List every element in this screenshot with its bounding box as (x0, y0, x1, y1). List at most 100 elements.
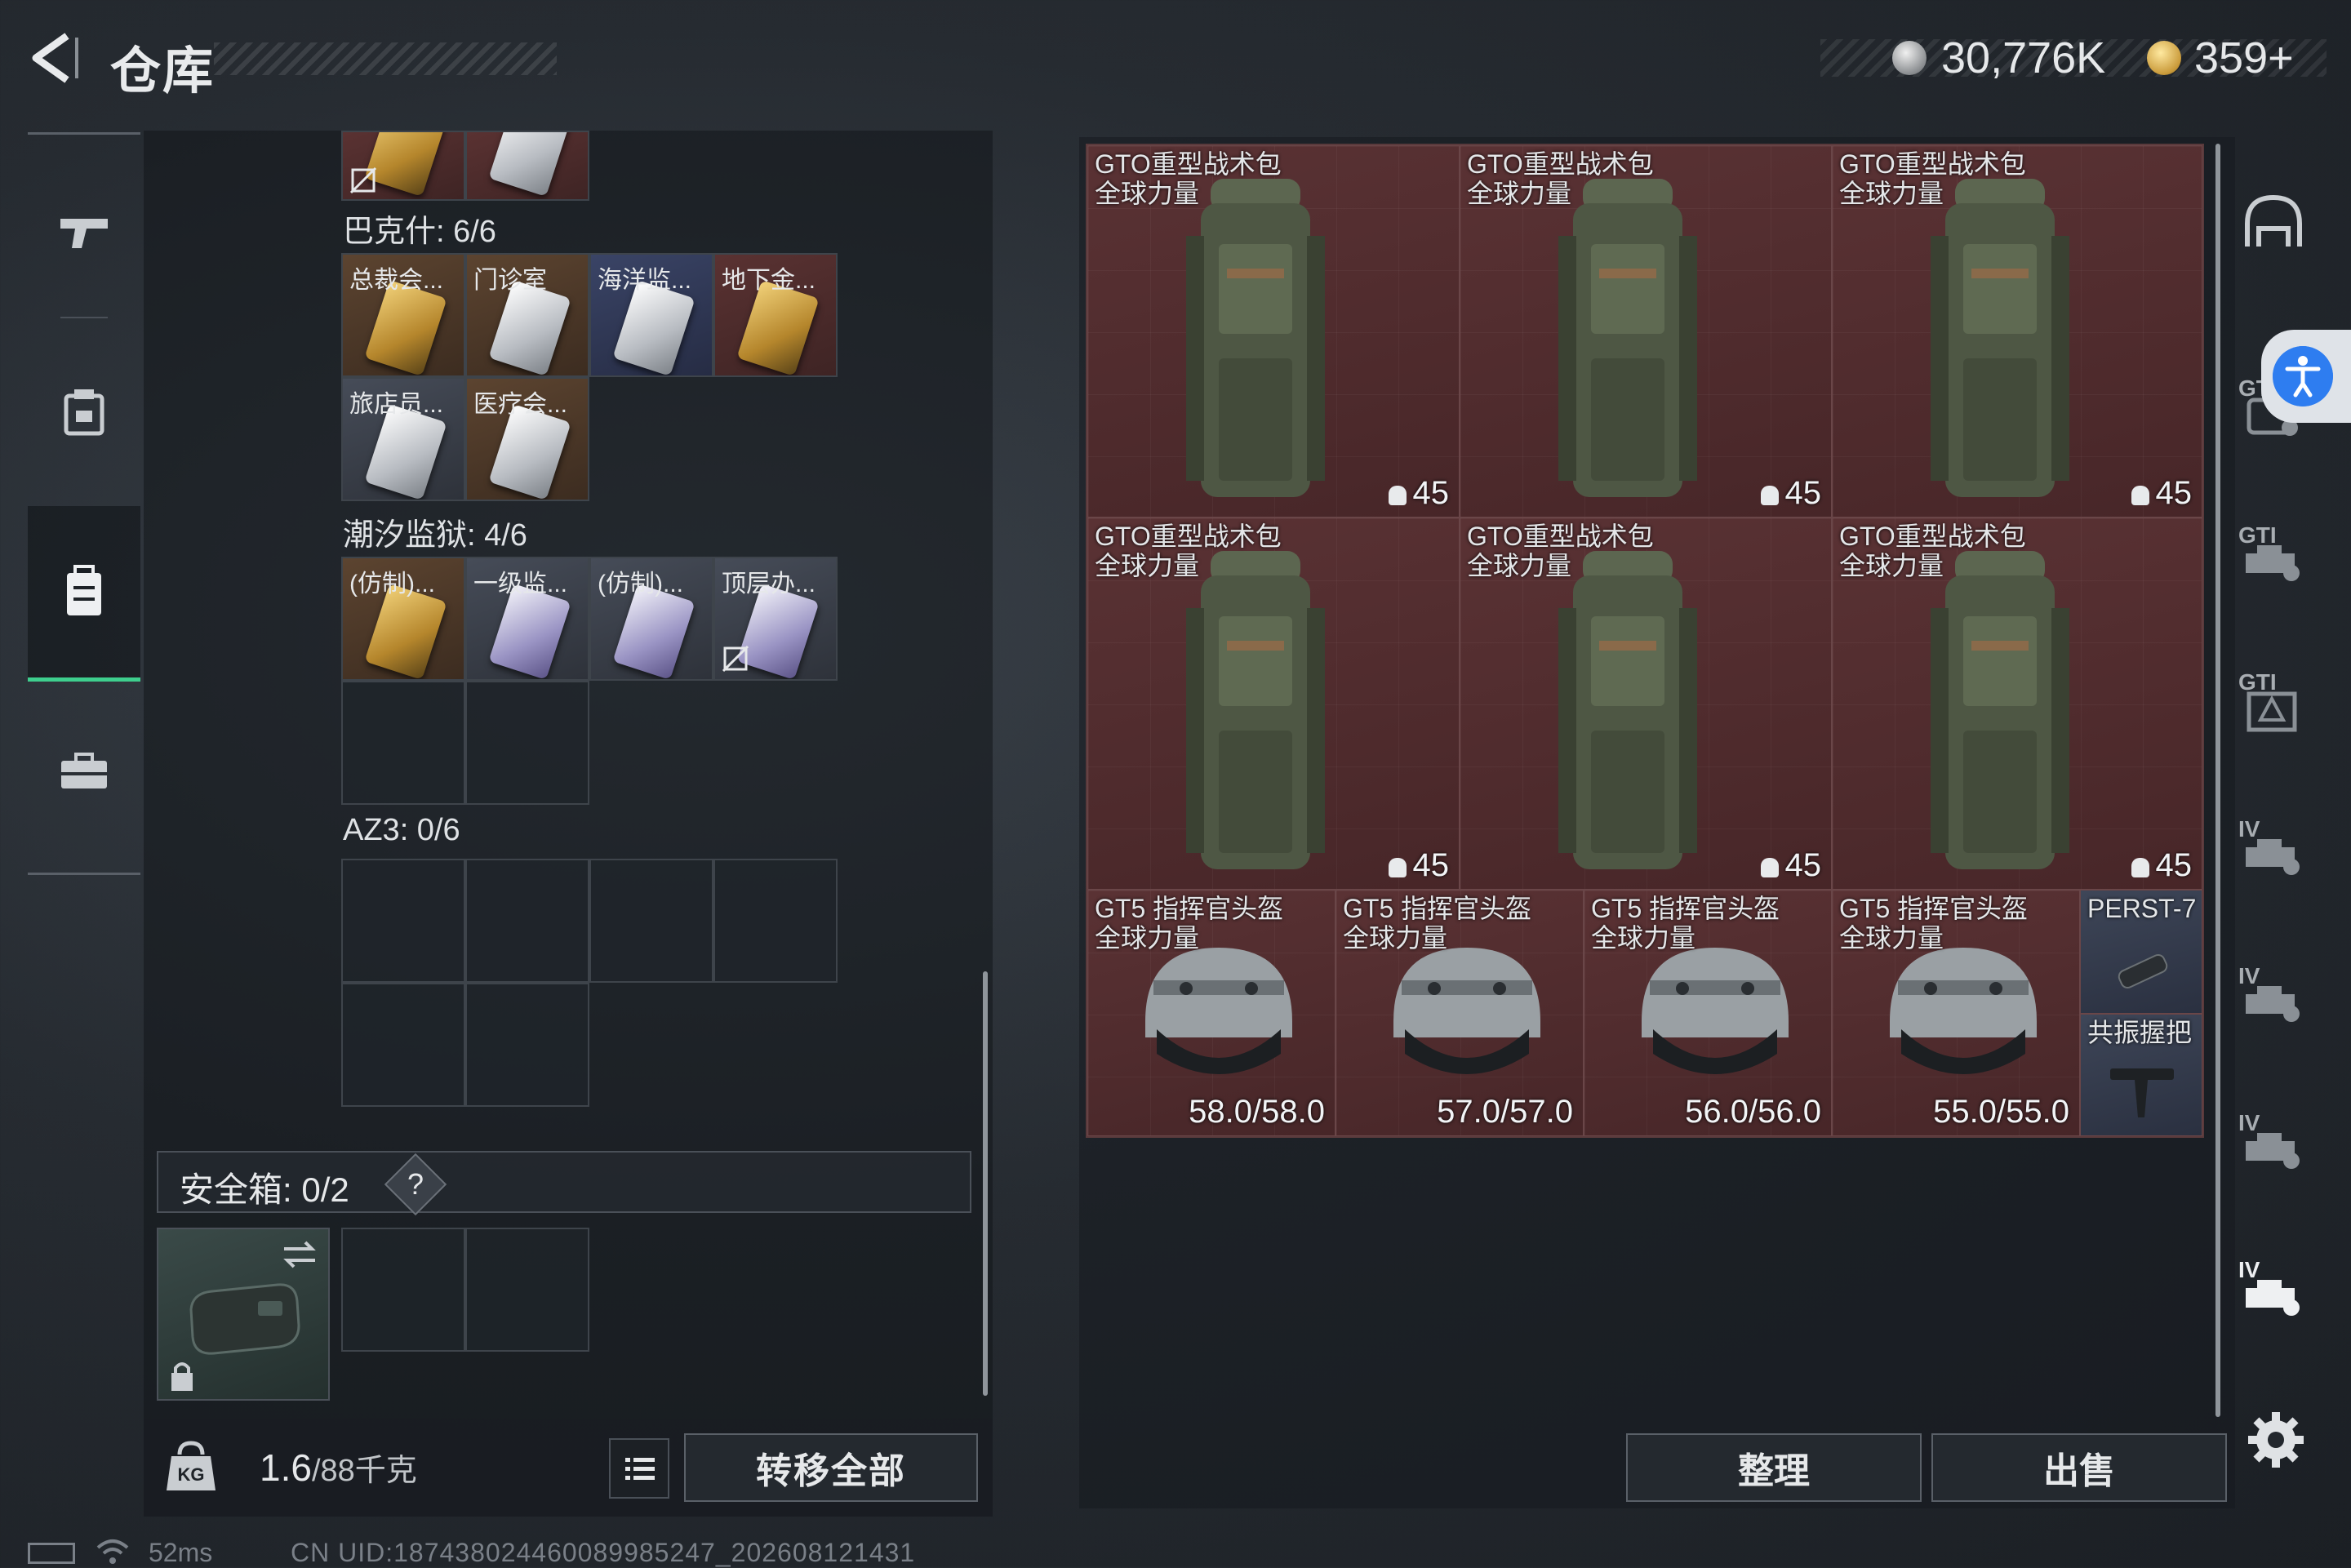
safebox-empty-slot[interactable] (341, 1228, 465, 1352)
helmet-durability: 57.0/57.0 (1437, 1094, 1573, 1130)
capacity-icon (1388, 486, 1407, 505)
no-transfer-icon (349, 167, 377, 194)
accessibility-icon[interactable] (2273, 346, 2333, 406)
silver-coin-icon (1892, 41, 1927, 75)
weapon-icon (60, 219, 108, 248)
backpack-capacity: 45 (1760, 847, 1821, 884)
backpack-icon (1186, 551, 1325, 869)
nav-backpack[interactable] (28, 506, 140, 682)
helmet-filter-icon (2245, 194, 2302, 247)
storage-scrollbar[interactable] (2215, 144, 2220, 1417)
backpack-item[interactable]: GTO重型战术包 全球力量 45 (1087, 145, 1460, 517)
helmet-durability: 55.0/55.0 (1933, 1094, 2069, 1130)
helmet-item[interactable]: GT5 指挥官头盔 全球力量 56.0/56.0 (1584, 890, 1832, 1136)
currency-balance-1: 30,776K (1941, 33, 2106, 82)
helmet-item[interactable]: GT5 指挥官头盔 全球力量 57.0/57.0 (1335, 890, 1584, 1136)
keycard-slot-partial[interactable] (465, 131, 589, 201)
backpack-icon (67, 565, 101, 615)
left-panel-scrollbar[interactable] (983, 971, 988, 1396)
empty-slot[interactable] (465, 859, 589, 983)
section-label-az3: AZ3: 0/6 (343, 813, 460, 847)
nav-gear-vest[interactable] (28, 326, 140, 498)
gold-coin-icon (2147, 41, 2181, 75)
sell-button[interactable]: 出售 (1931, 1433, 2227, 1502)
scope-icon (2118, 953, 2168, 989)
empty-slot[interactable] (465, 681, 589, 805)
backpack-item[interactable]: GTO重型战术包 全球力量 45 (1460, 517, 1832, 890)
helmet-icon (1145, 948, 1292, 1074)
backpack-icon (1931, 551, 2069, 869)
filter-iv-ammo-active[interactable]: IV (2237, 1257, 2310, 1330)
backpack-capacity: 45 (2131, 847, 2192, 884)
keycard-slot[interactable]: 海洋监... (589, 253, 713, 377)
helmet-item[interactable]: GT5 指挥官头盔 全球力量 58.0/58.0 (1087, 890, 1335, 1136)
list-view-button[interactable] (609, 1438, 669, 1499)
backpack-item[interactable]: GTO重型战术包 全球力量 45 (1832, 517, 2202, 890)
sort-button[interactable]: 整理 (1626, 1433, 1922, 1502)
filter-gti-armor[interactable]: GTI (2237, 669, 2310, 743)
keycard-slot[interactable]: 总裁会... (341, 253, 465, 377)
keycard-slot[interactable]: 地下金... (713, 253, 838, 377)
filter-gti-ammo[interactable]: GTI (2237, 522, 2310, 596)
filter-iv-ammo[interactable]: IV (2237, 963, 2310, 1037)
empty-slot[interactable] (341, 983, 465, 1107)
empty-slot[interactable] (465, 983, 589, 1107)
backpack-icon (1931, 179, 2069, 497)
carry-weight: 1.6/88千克 (260, 1446, 417, 1489)
nav-separator (60, 317, 108, 318)
empty-slot[interactable] (589, 859, 713, 983)
wifi-icon (96, 1539, 129, 1564)
backpack-item[interactable]: GTO重型战术包 全球力量 45 (1460, 145, 1832, 517)
backpack-icon (1558, 179, 1697, 497)
keycard-slot[interactable]: 顶层办... (713, 557, 838, 681)
safebox-empty-slot[interactable] (465, 1228, 589, 1352)
keycard-icon (488, 132, 571, 197)
filter-iv-ammo[interactable]: IV (2237, 816, 2310, 890)
toolbox-icon (61, 753, 107, 788)
keycard-slot-partial[interactable] (341, 131, 465, 201)
keycard-slot[interactable]: 旅店员... (341, 377, 465, 501)
backpack-capacity: 45 (1760, 475, 1821, 512)
foregrip-icon (2110, 1068, 2174, 1117)
weight-kg-icon: KG (167, 1441, 216, 1490)
safebox-container[interactable] (157, 1228, 330, 1401)
safebox-case-icon (189, 1283, 300, 1355)
helmet-icon (1393, 948, 1540, 1074)
helmet-icon (1890, 948, 2037, 1074)
backpack-icon (1558, 551, 1697, 869)
helmet-durability: 58.0/58.0 (1189, 1094, 1325, 1130)
keycard-slot[interactable]: 门诊室 (465, 253, 589, 377)
capacity-icon (2131, 858, 2149, 877)
helmet-durability: 56.0/56.0 (1685, 1094, 1821, 1130)
nav-toolbox[interactable] (28, 686, 140, 857)
swap-icon[interactable] (281, 1237, 318, 1270)
transfer-all-button[interactable]: 转移全部 (684, 1433, 978, 1502)
keycard-slot[interactable]: (仿制)... (341, 557, 465, 681)
nav-weapon[interactable] (28, 147, 140, 318)
empty-slot[interactable] (341, 859, 465, 983)
filter-iv-ammo[interactable]: IV (2237, 1110, 2310, 1184)
settings-gear-icon[interactable] (2245, 1409, 2307, 1471)
capacity-icon (2131, 486, 2149, 505)
filter-helmet[interactable] (2237, 184, 2310, 258)
backpack-item[interactable]: GTO重型战术包 全球力量 45 (1832, 145, 2202, 517)
capacity-icon (1388, 858, 1407, 877)
keycard-slot[interactable]: (仿制)... (589, 557, 713, 681)
scope-item[interactable]: PERST-7 (2080, 890, 2202, 1014)
section-label-tidal-prison: 潮汐监狱: 4/6 (343, 518, 527, 553)
back-arrow-icon[interactable] (24, 29, 82, 87)
section-label-bakhsh: 巴克什: 6/6 (343, 215, 496, 249)
no-transfer-icon (722, 645, 749, 673)
backpack-item[interactable]: GTO重型战术包 全球力量 45 (1087, 517, 1460, 890)
empty-slot[interactable] (713, 859, 838, 983)
keycard-slot[interactable]: 医疗会... (465, 377, 589, 501)
page-title: 仓库 (110, 43, 216, 100)
grip-item[interactable]: 共振握把 (2080, 1014, 2202, 1136)
list-icon (625, 1458, 655, 1480)
keycard-slot[interactable]: 一级监... (465, 557, 589, 681)
currency-balance-2[interactable]: 359+ (2194, 33, 2294, 83)
helmet-item[interactable]: GT5 指挥官头盔 全球力量 55.0/55.0 (1832, 890, 2080, 1136)
empty-slot[interactable] (341, 681, 465, 805)
gear-vest-icon (64, 389, 104, 436)
backpack-capacity: 45 (1388, 847, 1449, 884)
